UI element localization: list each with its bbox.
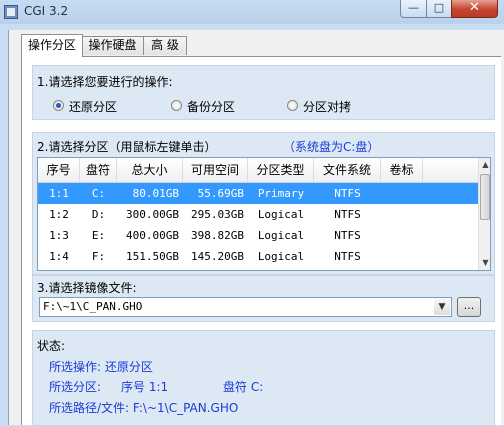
radio-dot xyxy=(53,100,64,111)
cell-free: 295.03GB xyxy=(191,208,244,221)
title-bar[interactable]: CGI 3.2 — □ ✕ xyxy=(0,0,504,24)
operation-label: 1.请选择您要进行的操作: xyxy=(37,75,173,89)
table-row[interactable]: 1:3 E: 400.00GB 398.82GB Logical NTFS xyxy=(38,225,478,246)
col-header-fs[interactable]: 文件系统 xyxy=(314,158,381,182)
scroll-up-icon[interactable]: ▲ xyxy=(479,158,490,172)
tab-disk[interactable]: 操作硬盘 xyxy=(81,36,144,55)
cell-seq: 1:4 xyxy=(49,250,69,263)
cell-drive: D: xyxy=(91,208,106,221)
cell-drive: E: xyxy=(91,229,106,242)
cell-free: 398.82GB xyxy=(191,229,244,242)
partition-label: 2.请选择分区（用鼠标左键单击） xyxy=(37,140,217,154)
tab-panel: 1.请选择您要进行的操作: 还原分区 备份分区 分区对拷 2.请选择分区（用鼠标… xyxy=(21,56,501,426)
status-operation: 所选操作: 还原分区 xyxy=(49,360,153,374)
partition-list[interactable]: 序号 盘符 总大小 可用空间 分区类型 文件系统 卷标 1:1 C: 80.01… xyxy=(37,157,491,271)
table-row[interactable]: 1:4 F: 151.50GB 145.20GB Logical NTFS xyxy=(38,246,478,267)
cell-size: 80.01GB xyxy=(132,187,179,200)
radio-backup-label: 备份分区 xyxy=(187,100,236,114)
cell-seq: 1:3 xyxy=(49,229,69,242)
scroll-down-icon[interactable]: ▼ xyxy=(479,256,490,270)
status-partition-drive: 盘符 C: xyxy=(223,380,264,394)
cell-fs: NTFS xyxy=(334,208,361,221)
close-button[interactable]: ✕ xyxy=(451,0,498,18)
table-row[interactable]: 1:2 D: 300.00GB 295.03GB Logical NTFS xyxy=(38,204,478,225)
cell-fs: NTFS xyxy=(334,250,361,263)
cell-type: Logical xyxy=(257,250,305,263)
cell-size: 151.50GB xyxy=(126,250,179,263)
col-header-size[interactable]: 总大小 xyxy=(117,158,183,182)
cell-size: 400.00GB xyxy=(126,229,179,242)
partition-list-header: 序号 盘符 总大小 可用空间 分区类型 文件系统 卷标 xyxy=(38,158,478,183)
image-file-combo[interactable]: F:\~1\C_PAN.GHO ▼ xyxy=(39,297,452,317)
status-group: 状态: 所选操作: 还原分区 所选分区: 序号 1:1 盘符 C: 所选路径/文… xyxy=(32,330,495,426)
cell-fs: NTFS xyxy=(334,187,361,200)
maximize-icon: □ xyxy=(433,1,445,14)
partition-group: 2.请选择分区（用鼠标左键单击） （系统盘为C:盘） 序号 盘符 总大小 可用空… xyxy=(32,132,495,275)
col-header-free[interactable]: 可用空间 xyxy=(183,158,248,182)
col-header-label[interactable]: 卷标 xyxy=(381,158,423,182)
cell-type: Primary xyxy=(257,187,305,200)
cell-drive: F: xyxy=(91,250,106,263)
tab-advanced[interactable]: 高 级 xyxy=(143,36,187,55)
cell-type: Logical xyxy=(257,208,305,221)
chevron-down-icon[interactable]: ▼ xyxy=(434,299,450,315)
minimize-icon: — xyxy=(408,1,419,14)
radio-copy-label: 分区对拷 xyxy=(303,100,352,114)
image-file-label: 3.请选择镜像文件: xyxy=(37,281,137,295)
browse-button[interactable]: ... xyxy=(457,297,481,317)
window-client: 操作分区 操作硬盘 高 级 1.请选择您要进行的操作: 还原分区 备份分区 分区… xyxy=(8,30,504,426)
tab-partition[interactable]: 操作分区 xyxy=(21,34,83,57)
status-path: 所选路径/文件: F:\~1\C_PAN.GHO xyxy=(49,401,239,415)
cell-free: 145.20GB xyxy=(191,250,244,263)
cell-drive: C: xyxy=(91,187,106,200)
app-icon xyxy=(4,5,18,19)
col-header-drive[interactable]: 盘符 xyxy=(80,158,117,182)
cell-seq: 1:2 xyxy=(49,208,69,221)
maximize-button[interactable]: □ xyxy=(426,0,452,18)
col-header-type[interactable]: 分区类型 xyxy=(248,158,314,182)
status-partition-seq: 序号 1:1 xyxy=(121,380,169,394)
partition-list-scrollbar[interactable]: ▲ ▼ xyxy=(478,158,490,270)
minimize-button[interactable]: — xyxy=(400,0,427,18)
close-icon: ✕ xyxy=(469,0,480,15)
cell-fs: NTFS xyxy=(334,229,361,242)
cell-size: 300.00GB xyxy=(126,208,179,221)
cell-free: 55.69GB xyxy=(197,187,244,200)
table-row[interactable]: 1:1 C: 80.01GB 55.69GB Primary NTFS xyxy=(38,183,478,204)
operation-group: 1.请选择您要进行的操作: 还原分区 备份分区 分区对拷 xyxy=(32,65,495,120)
status-partition-prefix: 所选分区: xyxy=(49,380,102,394)
radio-dot xyxy=(287,100,298,111)
image-file-group: 3.请选择镜像文件: F:\~1\C_PAN.GHO ▼ ... xyxy=(32,275,495,322)
col-header-seq[interactable]: 序号 xyxy=(38,158,80,182)
scroll-thumb[interactable] xyxy=(480,174,490,220)
cell-type: Logical xyxy=(257,229,305,242)
window-title: CGI 3.2 xyxy=(24,4,69,18)
image-file-value: F:\~1\C_PAN.GHO xyxy=(43,300,143,313)
radio-dot xyxy=(171,100,182,111)
system-disk-note: （系统盘为C:盘） xyxy=(283,140,380,154)
radio-restore-label: 还原分区 xyxy=(69,100,118,114)
status-label: 状态: xyxy=(37,339,66,353)
cell-seq: 1:1 xyxy=(49,187,69,200)
